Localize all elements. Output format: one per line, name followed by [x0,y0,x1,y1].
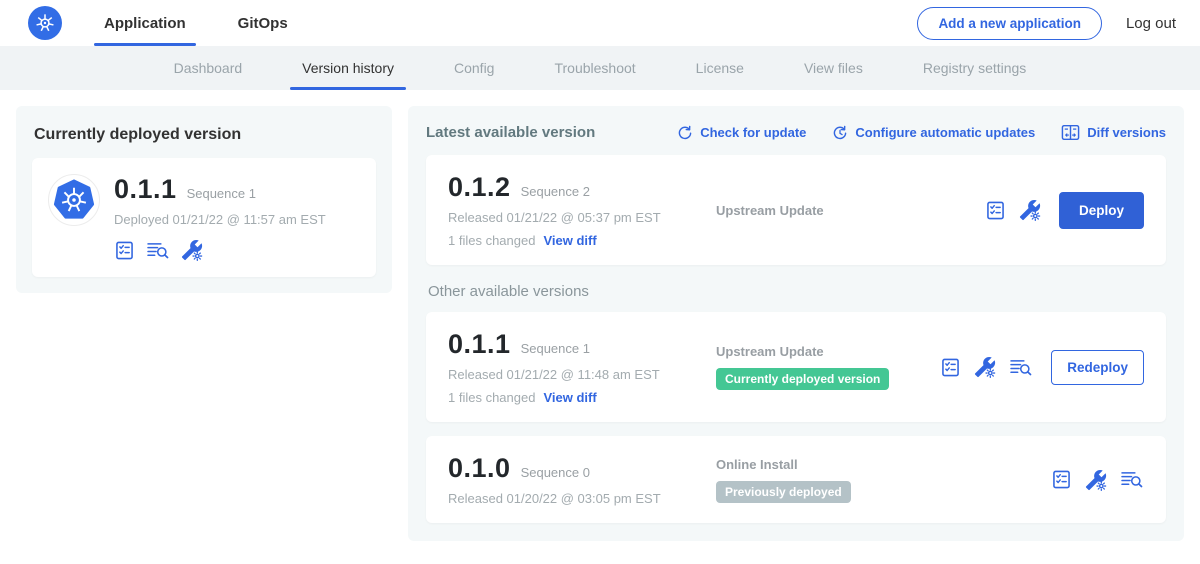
kubernetes-heptagon-icon [53,179,95,221]
diff-versions-label: Diff versions [1087,125,1166,140]
deployed-sequence-label: Sequence 1 [187,186,256,201]
version-source-label: Upstream Update [716,344,940,359]
version-number: 0.1.2 [448,172,511,203]
subnav-tab-config[interactable]: Config [424,46,524,90]
version-card-actions [1051,469,1144,491]
checklist-icon[interactable] [940,357,961,378]
diff-icon [1061,124,1080,141]
config-icon[interactable] [181,239,203,261]
version-source-label: Online Install [716,457,1051,472]
subnav-tab-registry-settings[interactable]: Registry settings [893,46,1056,90]
top-header: Application GitOps Add a new application… [0,0,1200,46]
released-timestamp: Released 01/20/22 @ 03:05 pm EST [448,491,700,506]
files-changed-label: 1 files changed [448,390,535,405]
version-card: 0.1.0 Sequence 0 Released 01/20/22 @ 03:… [426,436,1166,523]
subnav-tab-dashboard[interactable]: Dashboard [144,46,273,90]
latest-version-heading: Latest available version [426,124,595,141]
tab-gitops[interactable]: GitOps [234,0,292,46]
logs-icon[interactable] [146,241,170,260]
refresh-icon [677,125,693,141]
sequence-label: Sequence 1 [521,341,590,356]
version-card-actions [985,199,1041,221]
app-subnav: Dashboard Version history Config Trouble… [0,46,1200,90]
subnav-tab-view-files[interactable]: View files [774,46,893,90]
logs-icon[interactable] [1009,358,1033,377]
subnav-tab-version-history[interactable]: Version history [272,46,424,90]
files-changed-label: 1 files changed [448,233,535,248]
version-card-actions [940,356,1033,378]
deploy-button[interactable]: Deploy [1059,192,1144,229]
deployed-version-number: 0.1.1 [114,174,177,205]
subnav-tab-troubleshoot[interactable]: Troubleshoot [524,46,665,90]
released-timestamp: Released 01/21/22 @ 11:48 am EST [448,367,700,382]
redeploy-button[interactable]: Redeploy [1051,350,1144,385]
other-versions-heading: Other available versions [428,283,1164,300]
check-for-update-link[interactable]: Check for update [677,125,806,141]
configure-automatic-updates-label: Configure automatic updates [855,125,1035,140]
checklist-icon[interactable] [1051,469,1072,490]
kubernetes-wheel-icon [32,10,58,36]
subnav-tab-license[interactable]: License [666,46,774,90]
add-application-button[interactable]: Add a new application [917,7,1102,40]
config-icon[interactable] [974,356,996,378]
view-diff-link[interactable]: View diff [543,390,596,405]
app-tabs: Application GitOps [100,0,336,46]
version-source-label: Upstream Update [716,203,985,218]
currently-deployed-title: Currently deployed version [34,126,374,144]
status-badge: Previously deployed [716,481,851,503]
config-icon[interactable] [1085,469,1107,491]
version-history-panel: Latest available version Check for updat… [408,106,1184,541]
deployed-version-card: 0.1.1 Sequence 1 Deployed 01/21/22 @ 11:… [32,158,376,277]
deployed-card-actions [114,239,326,261]
config-icon[interactable] [1019,199,1041,221]
sequence-label: Sequence 0 [521,465,590,480]
version-number: 0.1.1 [448,329,511,360]
latest-version-container: 0.1.2 Sequence 2 Released 01/21/22 @ 05:… [426,155,1166,265]
logout-button[interactable]: Log out [1126,15,1176,32]
version-number: 0.1.0 [448,453,511,484]
check-for-update-label: Check for update [700,125,806,140]
view-diff-link[interactable]: View diff [543,233,596,248]
checklist-icon[interactable] [985,200,1006,221]
diff-versions-link[interactable]: Diff versions [1061,124,1166,141]
other-versions-container: 0.1.1 Sequence 1 Released 01/21/22 @ 11:… [426,312,1166,523]
currently-deployed-panel: Currently deployed version [16,106,392,293]
tab-application[interactable]: Application [100,0,190,46]
configure-automatic-updates-link[interactable]: Configure automatic updates [832,125,1035,141]
version-card: 0.1.2 Sequence 2 Released 01/21/22 @ 05:… [426,155,1166,265]
checklist-icon[interactable] [114,240,135,261]
kubernetes-logo [28,6,62,40]
logs-icon[interactable] [1120,470,1144,489]
deployed-timestamp: Deployed 01/21/22 @ 11:57 am EST [114,212,326,227]
sequence-label: Sequence 2 [521,184,590,199]
version-card: 0.1.1 Sequence 1 Released 01/21/22 @ 11:… [426,312,1166,422]
schedule-icon [832,125,848,141]
status-badge: Currently deployed version [716,368,889,390]
app-logo [48,174,100,226]
released-timestamp: Released 01/21/22 @ 05:37 pm EST [448,210,700,225]
